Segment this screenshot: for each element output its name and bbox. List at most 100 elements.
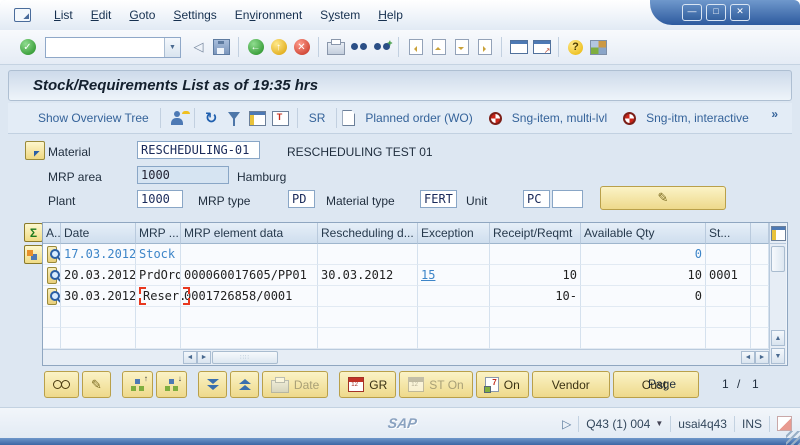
help-button[interactable]: ? (565, 37, 586, 58)
row-detail-cell[interactable] (43, 286, 61, 307)
find-next-button[interactable]: + (371, 37, 392, 58)
scroll-right-icon[interactable]: ► (197, 351, 211, 364)
col-header-date[interactable]: Date (61, 223, 136, 244)
next-page-button[interactable] (451, 37, 472, 58)
col-header-resched[interactable]: Rescheduling d... (318, 223, 418, 244)
planned-order-button[interactable]: Planned order (WO) (365, 111, 472, 125)
col-header-mrp[interactable]: MRP ... (136, 223, 181, 244)
back-triangle-icon[interactable]: ◁ (188, 37, 209, 58)
status-system[interactable]: Q43 (1) 004 (586, 417, 650, 431)
unit-extra-field[interactable] (552, 190, 583, 208)
col-header-element[interactable]: MRP element data (181, 223, 318, 244)
maximize-button[interactable]: □ (706, 4, 726, 21)
col-header-st[interactable]: St... (706, 223, 751, 244)
row-detail-cell[interactable] (43, 265, 61, 286)
enter-button[interactable]: ✓ (17, 37, 38, 58)
resize-grip[interactable] (786, 431, 800, 445)
plant-field[interactable]: 1000 (137, 190, 183, 208)
menu-edit[interactable]: Edit (82, 5, 121, 25)
filter-button[interactable] (224, 108, 245, 129)
print-button[interactable] (325, 37, 346, 58)
find-in-list-button[interactable] (247, 108, 268, 129)
show-overview-tree-button[interactable]: Show Overview Tree (38, 111, 149, 125)
scroll-right-icon[interactable]: ► (755, 351, 769, 364)
save-button[interactable] (211, 37, 232, 58)
col-header-available[interactable]: Available Qty (581, 223, 706, 244)
more-functions-button[interactable]: » (771, 107, 778, 121)
scroll-left-icon[interactable]: ◄ (741, 351, 755, 364)
selected-cell-marker[interactable]: Reser. (139, 288, 190, 304)
create-shortcut-button[interactable] (531, 37, 552, 58)
vertical-scrollbar[interactable]: ▲ ▼ (769, 223, 786, 365)
on-button[interactable]: On (476, 371, 529, 398)
performance-indicator-icon[interactable] (777, 416, 792, 431)
table-settings-button[interactable] (770, 223, 786, 244)
order-report-button[interactable] (122, 371, 153, 398)
period-totals-toggle-button[interactable] (24, 245, 43, 264)
refresh-button[interactable]: ↻ (201, 108, 222, 129)
horizontal-scrollbar[interactable]: ◄ ► ∷∷ ◄ ► (43, 349, 769, 365)
table-row[interactable]: 20.03.2012 PrdOrd 000060017605/PP01 30.0… (43, 265, 769, 286)
status-system-dropdown-icon[interactable]: ▼ (655, 419, 663, 428)
display-details-button[interactable] (44, 371, 79, 398)
command-dropdown-icon[interactable]: ▼ (164, 38, 180, 57)
row-detail-cell[interactable] (43, 244, 61, 265)
menu-goto[interactable]: Goto (120, 5, 164, 25)
details-magnifier-icon[interactable] (47, 288, 57, 305)
change-button[interactable]: ✎ (82, 371, 111, 398)
sr-button[interactable]: SR (309, 111, 326, 125)
material-type-field[interactable]: FERT (420, 190, 457, 208)
edit-note-button[interactable]: ✎ (600, 186, 726, 210)
scroll-up-icon[interactable]: ▲ (771, 330, 785, 346)
first-page-button[interactable] (405, 37, 426, 58)
menu-settings[interactable]: Settings (164, 5, 225, 25)
mrp-type-field[interactable]: PD (288, 190, 315, 208)
print-date-button[interactable]: Date (262, 371, 328, 398)
system-menu-icon[interactable] (14, 8, 31, 22)
filter-up-button[interactable] (230, 371, 259, 398)
customize-layout-button[interactable] (588, 37, 609, 58)
scroll-left-icon[interactable]: ◄ (183, 351, 197, 364)
col-header-exception[interactable]: Exception (418, 223, 490, 244)
minimize-button[interactable]: — (682, 4, 702, 21)
col-header-receipt[interactable]: Receipt/Reqmt (490, 223, 581, 244)
details-magnifier-icon[interactable] (47, 246, 57, 263)
where-used-button[interactable] (156, 371, 187, 398)
menu-environment[interactable]: Environment (226, 5, 311, 25)
menu-system[interactable]: System (311, 5, 369, 25)
sum-sigma-button[interactable]: Σ (24, 223, 43, 242)
new-session-button[interactable] (508, 37, 529, 58)
exit-button[interactable]: ↑ (268, 37, 289, 58)
back-button[interactable]: ← (245, 37, 266, 58)
exception-link[interactable]: 15 (421, 268, 435, 282)
previous-page-button[interactable] (428, 37, 449, 58)
single-item-multilevel-button[interactable]: Sng-item, multi-lvl (512, 111, 607, 125)
command-field[interactable] (46, 39, 164, 56)
graphic-button[interactable] (167, 108, 188, 129)
table-row-empty[interactable] (43, 307, 769, 328)
material-field[interactable]: RESCHEDULING-01 (137, 141, 260, 159)
st-on-button[interactable]: ST On (399, 371, 472, 398)
status-expand-icon[interactable]: ▷ (562, 417, 571, 431)
export-button[interactable] (270, 108, 291, 129)
cancel-button[interactable]: ✕ (291, 37, 312, 58)
last-page-button[interactable] (474, 37, 495, 58)
menu-list[interactable]: List (45, 5, 82, 25)
gr-date-button[interactable]: GR (339, 371, 396, 398)
table-row-empty[interactable] (43, 328, 769, 349)
col-header-a[interactable]: A.. (43, 223, 61, 244)
filter-down-button[interactable] (198, 371, 227, 398)
vendor-button[interactable]: Vendor (532, 371, 610, 398)
table-row[interactable]: 17.03.2012 Stock 0 (43, 244, 769, 265)
horizontal-scroll-thumb[interactable]: ∷∷ (212, 351, 278, 364)
find-button[interactable] (348, 37, 369, 58)
details-magnifier-icon[interactable] (47, 267, 57, 284)
collapse-header-icon[interactable] (25, 141, 45, 160)
vertical-scroll-thumb[interactable] (771, 246, 785, 272)
table-row[interactable]: 30.03.2012 Reser. 0001726858/0001 10- 0 (43, 286, 769, 307)
mrp-area-field[interactable]: 1000 (137, 166, 229, 184)
menu-help[interactable]: Help (369, 5, 412, 25)
unit-field[interactable]: PC (523, 190, 550, 208)
close-button[interactable]: ✕ (730, 4, 750, 21)
single-item-interactive-button[interactable]: Sng-itm, interactive (646, 111, 749, 125)
